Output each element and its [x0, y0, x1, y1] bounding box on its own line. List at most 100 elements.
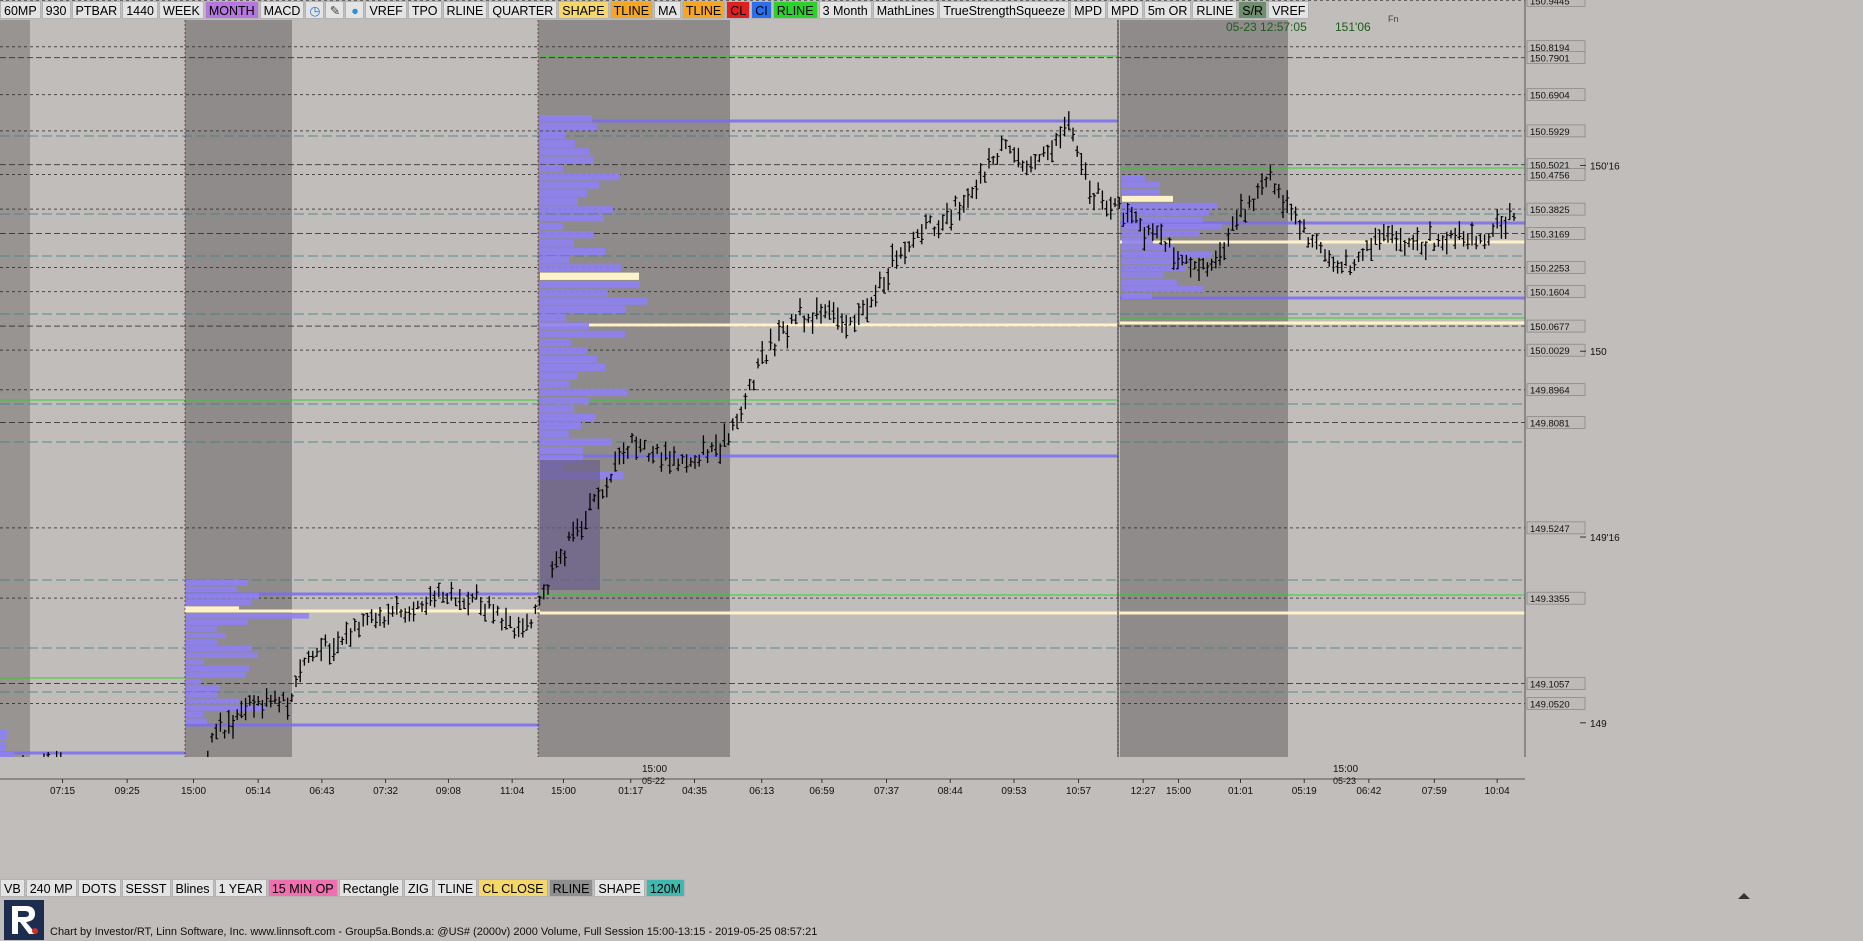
time-label: 15:00 [551, 786, 576, 797]
volume-profile-bar [185, 580, 248, 586]
volume-profile-bar [185, 705, 265, 711]
bottombar-cl-close-button[interactable]: CL CLOSE [478, 878, 548, 897]
volume-profile-bar [540, 256, 569, 264]
bottombar-15-min-op-button[interactable]: 15 MIN OP [267, 878, 338, 897]
time-label: 11:04 [500, 786, 525, 797]
toolbar-shape-button[interactable]: SHAPE [558, 1, 609, 19]
bottombar-shape-button[interactable]: SHAPE [594, 878, 645, 897]
time-label: 09:53 [1001, 786, 1026, 797]
session-time-label: 15:00 [1333, 764, 1358, 775]
toolbar-tline-button[interactable]: TLINE [609, 1, 654, 19]
time-label: 06:42 [1356, 786, 1381, 797]
price-chart[interactable]: 05-23 12:57:05151'06Fn151.8158151.619815… [0, 0, 1863, 941]
toolbar-930-button[interactable]: 930 [41, 1, 71, 19]
droplet-icon[interactable]: ● [345, 1, 365, 19]
volume-profile-bar [540, 173, 620, 181]
toolbar-rline-button[interactable]: RLINE [1192, 1, 1238, 19]
time-label: 06:59 [809, 786, 834, 797]
volume-profile-bar [1122, 293, 1152, 299]
volume-profile-bar [540, 446, 583, 455]
toolbar-rline-button[interactable]: RLINE [442, 1, 488, 19]
time-label: 04:35 [682, 786, 707, 797]
clock-icon[interactable]: ◷ [305, 1, 325, 19]
session-date-label: 05-23 [1333, 776, 1356, 786]
bottombar-vb-button[interactable]: VB [0, 878, 25, 897]
volume-profile-bar [540, 322, 589, 330]
toolbar-truestrengthsqueeze-button[interactable]: TrueStrengthSqueeze [939, 1, 1070, 19]
price-label: 150.7901 [1530, 54, 1570, 65]
volume-profile-bar [185, 593, 259, 599]
bottombar-sesst-button[interactable]: SESST [121, 878, 171, 897]
volume-profile-bar [185, 606, 239, 612]
bottombar-blines-button[interactable]: Blines [171, 878, 214, 897]
volume-profile-bar [540, 347, 587, 355]
price-label: 149.3355 [1530, 594, 1570, 605]
toolbar-cl-button[interactable]: CL [726, 1, 751, 19]
toolbar-mpd-button[interactable]: MPD [1107, 1, 1143, 19]
toolbar-5m-or-button[interactable]: 5m OR [1143, 1, 1192, 19]
toolbar-macd-button[interactable]: MACD [259, 1, 305, 19]
toolbar-mathlines-button[interactable]: MathLines [872, 1, 939, 19]
volume-profile-bar [540, 206, 613, 214]
bottombar-dots-button[interactable]: DOTS [77, 878, 121, 897]
toolbar-tline-button[interactable]: TLINE [681, 1, 726, 19]
volume-profile-bar [540, 222, 563, 231]
toolbar-quarter-button[interactable]: QUARTER [488, 1, 558, 19]
price-axis [1525, 0, 1863, 757]
price-label: 150.5929 [1530, 127, 1570, 138]
bottombar-zig-button[interactable]: ZIG [403, 878, 433, 897]
volume-profile-bar [185, 599, 251, 606]
volume-profile-bar [540, 405, 574, 413]
toolbar-ma-button[interactable]: MA [654, 1, 681, 19]
volume-profile-bar [540, 156, 593, 164]
volume-profile-bar [540, 314, 566, 322]
bottombar-rectangle-button[interactable]: Rectangle [338, 878, 403, 897]
toolbar-tpo-button[interactable]: TPO [407, 1, 442, 19]
volume-profile-bar [540, 115, 592, 123]
time-label: 09:25 [115, 786, 140, 797]
toolbar-rline-button[interactable]: RLINE [772, 1, 818, 19]
time-axis [0, 757, 1863, 941]
toolbar-vref-button[interactable]: VREF [365, 1, 407, 19]
volume-profile-bar [540, 289, 608, 297]
volume-profile-bar [1122, 223, 1222, 230]
toolbar-mpd-button[interactable]: MPD [1070, 1, 1107, 19]
volume-profile-bar [540, 239, 574, 247]
volume-profile-bar [1122, 216, 1203, 223]
toolbar-week-button[interactable]: WEEK [159, 1, 204, 19]
toolbar-1440-button[interactable]: 1440 [122, 1, 159, 19]
bottom-toolbar: VB 240 MP DOTS SESST Blines 1 YEAR 15 MIN OP Re… [0, 878, 686, 897]
toolbar-month-button[interactable]: MONTH [204, 1, 259, 19]
time-label: 06:43 [309, 786, 334, 797]
pencil-icon[interactable]: ✎ [325, 1, 345, 19]
axis-tick-label: 150 [1590, 347, 1607, 358]
price-label: 150.4756 [1530, 171, 1570, 182]
bottombar-120m-button[interactable]: 120M [645, 878, 686, 897]
volume-profile-bar [1122, 188, 1160, 195]
toolbar-vref-button[interactable]: VREF [1268, 1, 1310, 19]
session-time-label: 15:00 [642, 764, 667, 775]
time-label: 10:04 [1485, 786, 1510, 797]
volume-profile-bar [1122, 279, 1177, 286]
volume-profile-bar [1122, 244, 1174, 251]
time-label: 10:57 [1066, 786, 1091, 797]
bottombar-rline-button[interactable]: RLINE [548, 878, 594, 897]
volume-profile-bar [185, 586, 237, 593]
toolbar-3-month-button[interactable]: 3 Month [818, 1, 872, 19]
time-label: 06:13 [749, 786, 774, 797]
time-label: 09:08 [436, 786, 461, 797]
price-label: 150.6904 [1530, 91, 1570, 102]
bottombar-240-mp-button[interactable]: 240 MP [25, 878, 77, 897]
toolbar-s-r-button[interactable]: S/R [1238, 1, 1268, 19]
toolbar-ci-button[interactable]: CI [751, 1, 772, 19]
investor-rt-logo [4, 900, 44, 940]
toolbar-60mp-button[interactable]: 60MP [0, 1, 41, 19]
volume-profile-bar [540, 123, 597, 131]
volume-profile-bar [0, 730, 7, 740]
bottombar-1-year-button[interactable]: 1 YEAR [214, 878, 267, 897]
toolbar-ptbar-button[interactable]: PTBAR [71, 1, 122, 19]
volume-profile-bar [540, 148, 589, 156]
bottombar-tline-button[interactable]: TLINE [433, 878, 478, 897]
volume-profile-bar [1122, 195, 1173, 202]
volume-profile-bar [540, 421, 581, 430]
